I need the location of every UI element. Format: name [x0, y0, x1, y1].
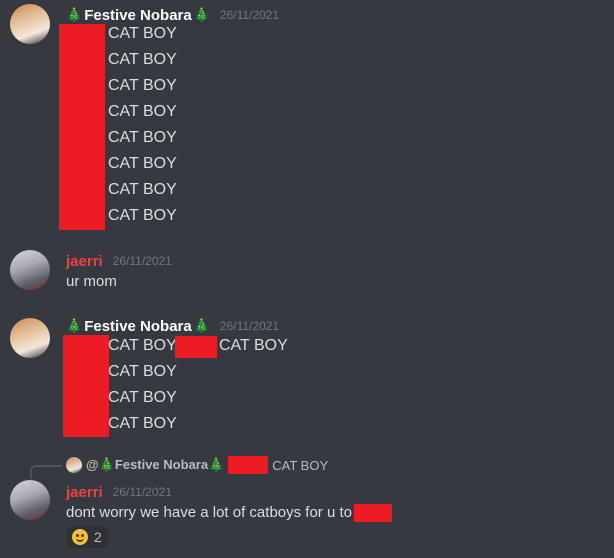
avatar-festive-nobara[interactable]: [10, 4, 50, 44]
christmas-tree-icon: 🎄: [193, 7, 210, 22]
christmas-tree-icon: 🎄: [66, 7, 83, 22]
message-text: dont worry we have a lot of catboys for …: [66, 504, 352, 521]
message-line: CAT BOY: [108, 103, 177, 120]
message-line: CAT BOY: [108, 207, 177, 224]
redaction-block: [63, 335, 109, 437]
message-line: CAT BOY: [108, 337, 177, 354]
redaction-block: [228, 456, 269, 474]
avatar-festive-nobara[interactable]: [10, 318, 50, 358]
message-line: CAT BOY: [108, 389, 177, 406]
message-4: @🎄Festive Nobara🎄 CAT BOY jaerri 26/11/2…: [0, 455, 614, 555]
message-2: jaerri 26/11/2021 ur mom: [0, 248, 614, 298]
message-line: CAT BOY: [108, 77, 177, 94]
message-text: ur mom: [66, 273, 117, 290]
reply-text: CAT BOY: [272, 457, 329, 473]
redaction-block: [354, 504, 392, 522]
author-name[interactable]: 🎄 Festive Nobara 🎄: [66, 7, 210, 24]
smiling-face-icon: [72, 529, 88, 545]
reply-connector: [30, 465, 62, 479]
message-line-extra: CAT BOY: [219, 337, 288, 354]
timestamp: 26/11/2021: [112, 485, 172, 499]
author-name[interactable]: jaerri: [66, 253, 103, 270]
reply-author[interactable]: @🎄Festive Nobara🎄: [86, 457, 224, 473]
message-line: CAT BOY: [108, 25, 177, 42]
message-line: CAT BOY: [108, 51, 177, 68]
message-line: CAT BOY: [108, 181, 177, 198]
redaction-block: [59, 24, 105, 230]
message-3: 🎄 Festive Nobara 🎄 26/11/2021 CAT BOY CA…: [0, 314, 614, 439]
timestamp: 26/11/2021: [219, 319, 280, 333]
reply-preview[interactable]: @🎄Festive Nobara🎄 CAT BOY: [66, 455, 328, 475]
christmas-tree-icon: 🎄: [66, 318, 83, 333]
reaction-button[interactable]: 2: [66, 526, 108, 548]
message-line: CAT BOY: [108, 363, 177, 380]
timestamp: 26/11/2021: [112, 254, 172, 268]
message-line: CAT BOY: [108, 129, 177, 146]
christmas-tree-icon: 🎄: [193, 318, 210, 333]
message-line: CAT BOY: [108, 155, 177, 172]
redaction-block: [175, 336, 217, 358]
avatar-jaerri[interactable]: [10, 250, 50, 290]
avatar-jaerri[interactable]: [10, 480, 50, 520]
message-1: 🎄 Festive Nobara 🎄 26/11/2021 CAT BOY CA…: [0, 0, 614, 235]
author-name[interactable]: 🎄 Festive Nobara 🎄: [66, 318, 210, 335]
timestamp: 26/11/2021: [219, 8, 280, 22]
reply-avatar: [66, 457, 82, 473]
message-line: CAT BOY: [108, 415, 177, 432]
reaction-count: 2: [94, 529, 102, 545]
author-name[interactable]: jaerri: [66, 484, 103, 501]
